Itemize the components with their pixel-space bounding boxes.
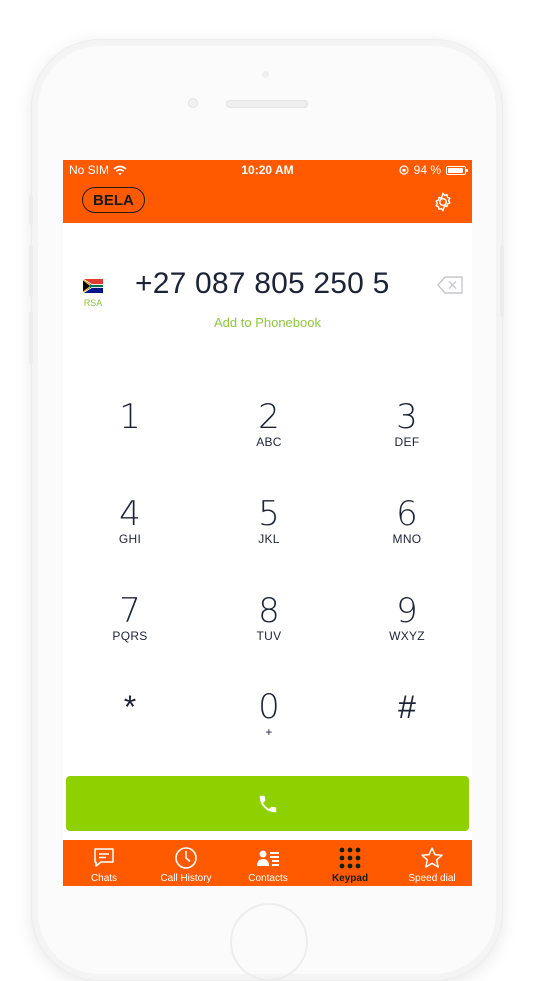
tab-contacts[interactable]: Contacts xyxy=(227,840,309,886)
key-digit: 6 xyxy=(396,494,418,534)
key-digit: 4 xyxy=(119,494,141,534)
key-hash[interactable]: # xyxy=(347,690,467,770)
key-digit: # xyxy=(398,689,416,725)
key-2[interactable]: 2 ABC xyxy=(209,400,329,480)
key-digit: 9 xyxy=(396,591,418,631)
key-6[interactable]: 6 MNO xyxy=(347,497,467,577)
earpiece-speaker xyxy=(226,100,308,108)
proximity-sensor xyxy=(262,71,269,78)
key-letters: PQRS xyxy=(112,629,148,643)
key-9[interactable]: 9 WXYZ xyxy=(347,594,467,674)
battery-icon xyxy=(446,165,468,175)
status-bar: No SIM 10:20 AM 94 % xyxy=(63,160,472,180)
key-1[interactable]: 1 xyxy=(70,400,190,480)
call-button[interactable] xyxy=(66,776,469,831)
key-0[interactable]: 0 + xyxy=(209,690,329,770)
key-letters: DEF xyxy=(394,435,420,449)
key-digit: * xyxy=(123,689,137,725)
clock-icon xyxy=(175,847,197,869)
add-to-phonebook-link[interactable]: Add to Phonebook xyxy=(63,315,472,330)
key-digit: 2 xyxy=(258,397,280,437)
tab-chats[interactable]: Chats xyxy=(63,840,145,886)
volume-up-button xyxy=(29,245,33,297)
tab-label: Contacts xyxy=(248,873,288,884)
tab-label: Keypad xyxy=(331,873,369,884)
key-letters: WXYZ xyxy=(389,629,425,643)
dialed-number: +27 087 805 250 5 xyxy=(135,267,390,300)
orientation-lock-icon xyxy=(399,165,409,175)
phone-icon xyxy=(259,795,277,813)
star-icon xyxy=(421,847,443,868)
key-letters: GHI xyxy=(118,532,142,546)
key-digit: 7 xyxy=(119,591,141,631)
key-4[interactable]: 4 GHI xyxy=(70,497,190,577)
key-7[interactable]: 7 PQRS xyxy=(70,594,190,674)
tab-label: Speed dial xyxy=(408,873,456,884)
key-digit: 3 xyxy=(396,397,418,437)
key-digit: 8 xyxy=(258,591,280,631)
tab-bar: Chats Call History Contacts Keypad Speed… xyxy=(63,840,472,886)
gear-icon[interactable] xyxy=(432,191,454,213)
power-button xyxy=(500,245,504,317)
mute-switch xyxy=(29,195,33,225)
key-letters: JKL xyxy=(258,532,280,546)
backspace-icon[interactable] xyxy=(436,275,464,295)
key-star[interactable]: * xyxy=(70,690,190,770)
app-header: BELA xyxy=(63,180,472,223)
key-letters: + xyxy=(265,725,273,739)
country-code-label: RSA xyxy=(83,298,103,308)
number-display: RSA +27 087 805 250 5 Add to Phonebook xyxy=(63,223,472,343)
brand-button[interactable]: BELA xyxy=(82,187,145,213)
key-digit: 0 xyxy=(258,687,280,727)
key-digit: 1 xyxy=(119,397,141,437)
battery-level xyxy=(448,167,464,173)
tab-label: Call History xyxy=(160,873,212,884)
key-digit: 5 xyxy=(258,494,280,534)
key-letters: ABC xyxy=(256,435,282,449)
keypad-icon xyxy=(339,847,361,869)
tab-label: Chats xyxy=(90,873,118,884)
battery-percent: 94 % xyxy=(413,163,441,177)
front-camera xyxy=(188,98,198,108)
key-8[interactable]: 8 TUV xyxy=(209,594,329,674)
key-letters: TUV xyxy=(256,629,282,643)
contact-card-icon xyxy=(257,850,279,866)
tab-speed-dial[interactable]: Speed dial xyxy=(391,840,472,886)
chat-icon xyxy=(94,848,114,867)
south-africa-flag-icon[interactable] xyxy=(83,279,103,293)
volume-down-button xyxy=(29,312,33,364)
key-5[interactable]: 5 JKL xyxy=(209,497,329,577)
home-button[interactable] xyxy=(230,903,308,981)
app-screen: No SIM 10:20 AM 94 % BELA RSA +27 087 80… xyxy=(63,160,472,886)
tab-keypad[interactable]: Keypad xyxy=(309,840,391,886)
key-3[interactable]: 3 DEF xyxy=(347,400,467,480)
tab-call-history[interactable]: Call History xyxy=(145,840,227,886)
key-letters: MNO xyxy=(392,532,422,546)
